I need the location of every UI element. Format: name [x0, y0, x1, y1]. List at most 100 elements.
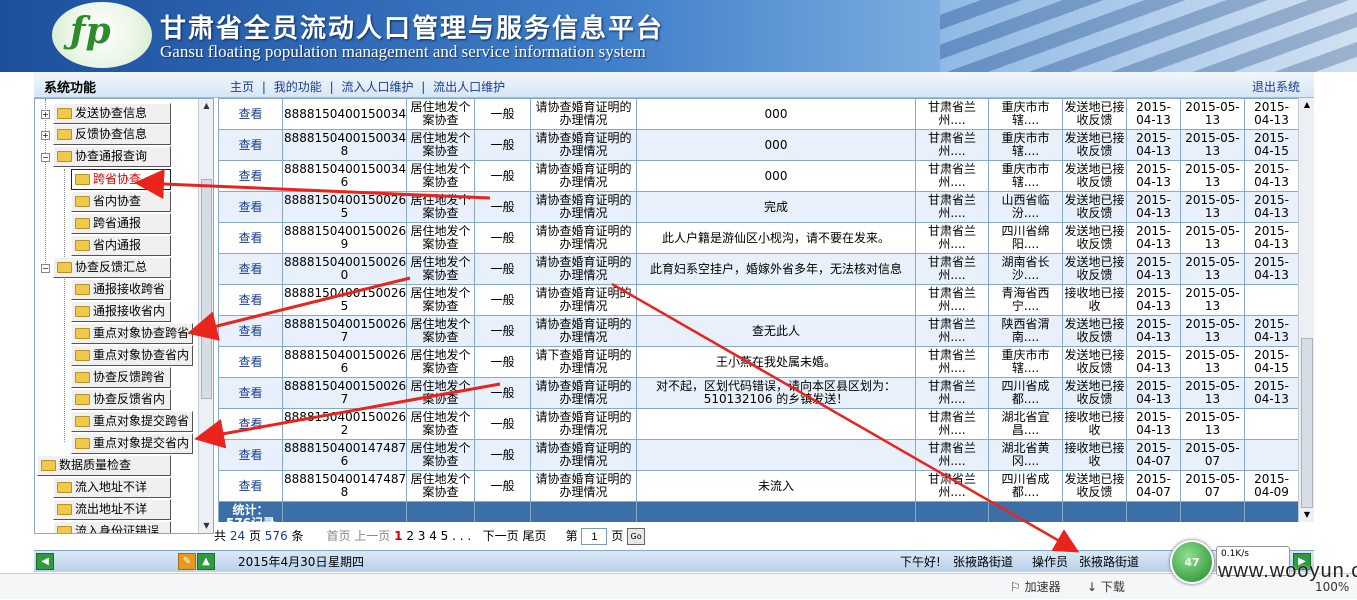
scroll-down-icon[interactable]: ▼: [1301, 508, 1313, 522]
tree-item-feedback-in[interactable]: 协查反馈省内: [71, 389, 171, 410]
scroll-up-icon[interactable]: ▲: [200, 99, 213, 113]
origin-area: 甘肃省兰州....: [915, 98, 989, 130]
tree-item-feedback-summary[interactable]: 协查反馈汇总: [53, 257, 171, 278]
folder-icon: [75, 416, 90, 427]
scroll-thumb[interactable]: [201, 179, 212, 399]
nav-separator: |: [329, 80, 334, 94]
target-area: 湖南省长沙....: [988, 253, 1063, 285]
scroll-up-icon[interactable]: ▲: [1301, 98, 1313, 112]
query-matter: 请协查婚育证明的办理情况: [530, 253, 637, 285]
scroll-thumb[interactable]: [1301, 338, 1313, 508]
results-body: 查看8888150400150034223居住地发个案协查一般请协查婚育证明的办…: [218, 98, 1298, 522]
tree-line: [64, 169, 65, 259]
view-link[interactable]: 查看: [218, 377, 283, 409]
expand-icon[interactable]: +: [41, 131, 50, 140]
accelerator-button[interactable]: ⚐ 加速器: [1010, 574, 1061, 600]
tree-item-inflow-id-error[interactable]: 流入身份证错误: [53, 521, 171, 533]
view-link[interactable]: 查看: [218, 222, 283, 254]
status-greeting: 下午好!: [900, 555, 941, 569]
view-link[interactable]: 查看: [218, 470, 283, 502]
tree-item-feedback-cross[interactable]: 协查反馈跨省: [71, 367, 171, 388]
tree-scrollbar[interactable]: ▲ ▼: [198, 99, 213, 533]
view-link[interactable]: 查看: [218, 315, 283, 347]
tree-item-key-submit-cross[interactable]: 重点对象提交跨省: [71, 411, 193, 432]
table-row: 查看8888150400150026270 6居住地发个案协查一般请下查婚育证明…: [218, 346, 1298, 378]
tree-item-in-province-notice[interactable]: 省内通报: [71, 235, 171, 256]
send-date: 2015-04-13: [1126, 98, 1181, 130]
up-arrow-icon[interactable]: ▲: [197, 553, 215, 570]
tree-item-key-submit-in[interactable]: 重点对象提交省内: [71, 433, 193, 454]
view-link[interactable]: 查看: [218, 98, 283, 130]
tree-item-data-quality[interactable]: 数据质量检查: [37, 455, 171, 476]
summary-cell: [282, 501, 407, 522]
feedback-date: 2015-04-15: [1244, 346, 1298, 378]
system-functions-label: 系统功能: [44, 81, 97, 96]
tree-item-feedback-query[interactable]: 反馈协查信息: [53, 124, 171, 145]
scroll-down-icon[interactable]: ▼: [200, 519, 213, 533]
query-type: 居住地发个案协查: [406, 284, 475, 316]
view-link[interactable]: 查看: [218, 253, 283, 285]
edit-icon[interactable]: ✎: [178, 553, 196, 570]
tree-item-send-query[interactable]: 发送协查信息: [53, 103, 171, 124]
nav-link-home[interactable]: 主页: [230, 80, 254, 94]
last-page-link[interactable]: 尾页: [522, 529, 546, 543]
view-link[interactable]: 查看: [218, 160, 283, 192]
go-button[interactable]: Go: [627, 528, 646, 545]
nav-link-outflow-maintenance[interactable]: 流出人口维护: [433, 80, 505, 94]
goto-page-input[interactable]: [581, 528, 608, 545]
download-button[interactable]: ↓ 下载: [1087, 574, 1125, 600]
total-records: 576: [264, 529, 288, 543]
collapse-icon[interactable]: −: [41, 264, 50, 273]
deadline-date: 2015-05-13: [1180, 408, 1245, 440]
view-link[interactable]: 查看: [218, 439, 283, 471]
next-page-link[interactable]: 下一页: [483, 529, 519, 543]
folder-icon: [57, 262, 72, 273]
send-date: 2015-04-13: [1126, 284, 1181, 316]
query-matter: 请协查婚育证明的办理情况: [530, 129, 637, 161]
network-monitor-icon[interactable]: 47: [1170, 540, 1214, 584]
feedback-date: [1244, 439, 1298, 471]
target-area: 青海省西宁....: [988, 284, 1063, 316]
table-row: 查看8888150400147487974 6居住地发个案协查一般请协查婚育证明…: [218, 439, 1298, 471]
feedback-date: 2015-04-09: [1244, 470, 1298, 502]
tree-item-in-province-query[interactable]: 省内协查: [71, 191, 171, 212]
logout-link[interactable]: 退出系统: [1252, 78, 1300, 95]
deadline-date: 2015-05-13: [1180, 191, 1245, 223]
view-link[interactable]: 查看: [218, 191, 283, 223]
tree-item-notice-recv-cross[interactable]: 通报接收跨省: [71, 279, 171, 300]
view-link[interactable]: 查看: [218, 284, 283, 316]
tree-item-key-query-cross[interactable]: 重点对象协查跨省: [71, 323, 193, 344]
folder-icon: [75, 240, 90, 251]
tree-item-key-query-in[interactable]: 重点对象协查省内: [71, 345, 193, 366]
nav-link-my-functions[interactable]: 我的功能: [274, 80, 322, 94]
tree-item-cross-province-query[interactable]: 跨省协查: [71, 169, 171, 190]
tree-item-inflow-addr-unknown[interactable]: 流入地址不详: [53, 477, 171, 498]
origin-area: 甘肃省兰州....: [915, 129, 989, 161]
expand-icon[interactable]: +: [41, 110, 50, 119]
query-type: 居住地发个案协查: [406, 253, 475, 285]
view-link[interactable]: 查看: [218, 346, 283, 378]
urgency: 一般: [474, 191, 531, 223]
nav-link-inflow-maintenance[interactable]: 流入人口维护: [341, 80, 413, 94]
view-link[interactable]: 查看: [218, 408, 283, 440]
feedback-result: 对不起，区划代码错误，请向本区县区划为：510132106 的乡镇发送！: [636, 377, 916, 409]
first-page-link[interactable]: 首页: [326, 529, 350, 543]
query-type: 居住地发个案协查: [406, 98, 475, 130]
tree-item-notice-query[interactable]: 协查通报查询: [53, 146, 171, 167]
collapse-icon[interactable]: −: [41, 153, 50, 162]
page-number-links[interactable]: 2 3 4 5 . . .: [406, 529, 471, 543]
view-link[interactable]: 查看: [218, 129, 283, 161]
query-results-grid: 查看8888150400150034223居住地发个案协查一般请协查婚育证明的办…: [218, 98, 1298, 522]
folder-icon: [75, 174, 90, 185]
grid-scrollbar[interactable]: ▲ ▼: [1298, 98, 1314, 522]
summary-cell: [406, 501, 475, 522]
tree-item-cross-province-notice[interactable]: 跨省通报: [71, 213, 171, 234]
send-date: 2015-04-13: [1126, 346, 1181, 378]
tree-item-outflow-addr-unknown[interactable]: 流出地址不详: [53, 499, 171, 520]
deadline-date: 2015-05-13: [1180, 284, 1245, 316]
process-status: 发送地已接收反馈: [1062, 470, 1127, 502]
prev-page-link[interactable]: 上一页: [354, 529, 390, 543]
back-arrow-icon[interactable]: ◀: [36, 553, 54, 570]
tree-item-notice-recv-in[interactable]: 通报接收省内: [71, 301, 171, 322]
query-type: 居住地发个案协查: [406, 377, 475, 409]
